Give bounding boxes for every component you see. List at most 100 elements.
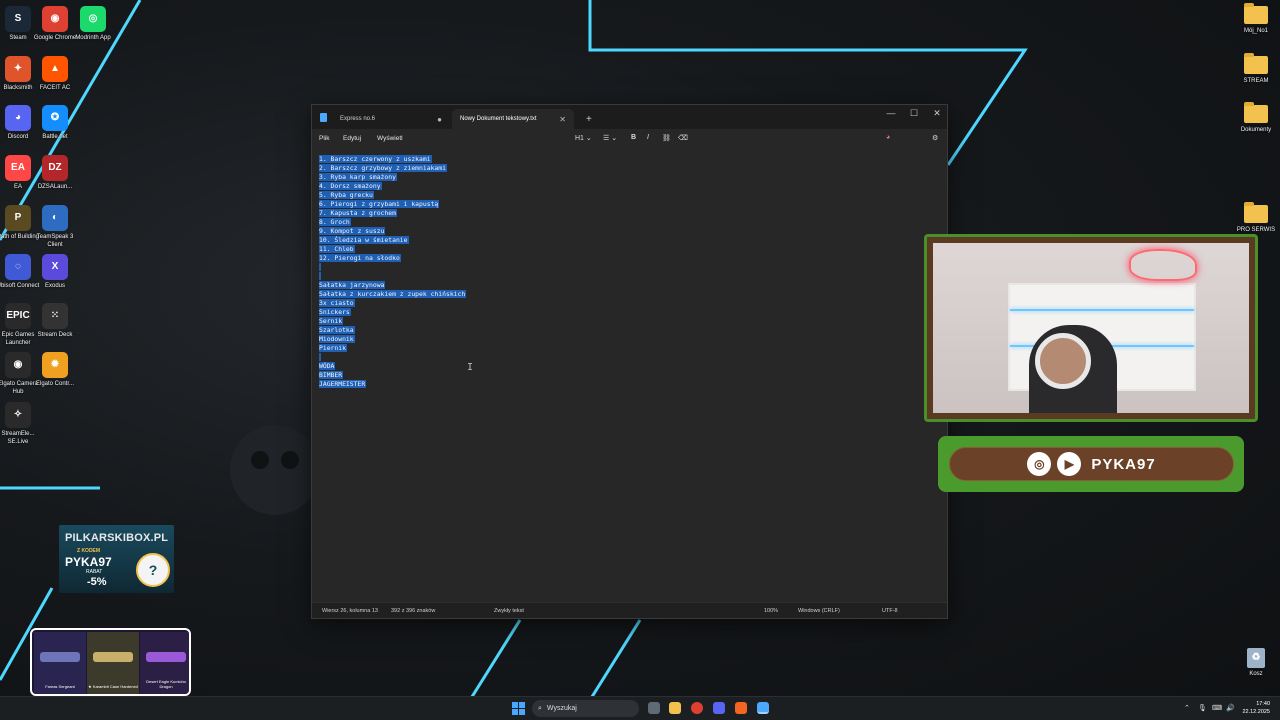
notepad-icon (320, 113, 327, 122)
text-line: 2. Barszcz grzybowy z ziemniakami (319, 164, 447, 172)
app-icon: X (42, 254, 68, 280)
desktop-icon[interactable]: ✪ Battle.net (32, 105, 78, 142)
text-line: 3. Ryba karp smażony (319, 173, 397, 181)
folder-moj-no1[interactable]: Mój_No1 (1233, 3, 1279, 36)
menu-edit[interactable]: Edytuj (343, 135, 361, 142)
promo-logo-icon: ? (136, 553, 170, 587)
format-indicator[interactable]: Zwykły tekst (494, 608, 524, 614)
text-line: 10. Śledzia w śmietanie (319, 236, 409, 244)
tab-dot-icon[interactable]: ● (437, 115, 442, 124)
search-icon: ⌕ (538, 704, 542, 712)
desktop-icon[interactable]: ◐ TeamSpeak 3 Client (32, 205, 78, 249)
desktop-icon[interactable]: ✧ StreamEle... SE.Live (0, 402, 41, 446)
close-button[interactable]: ✕ (927, 108, 947, 119)
desktop-icon[interactable]: ◎ Modrinth App (70, 6, 116, 43)
microphone-icon[interactable]: 🎙 (1198, 704, 1207, 712)
notepad-window: Express no.6 ● Nowy Dokument tekstowy.tx… (311, 104, 948, 619)
skin-desert-eagle: Desert Eagle Kumicho Dragon (140, 632, 189, 694)
italic-icon[interactable]: I (647, 134, 649, 141)
tab-close-icon[interactable]: ✕ (559, 115, 566, 124)
cursor-position: Wiersz 26, kolumna 13 (322, 608, 378, 614)
tab-express[interactable]: Express no.6 ● (332, 109, 450, 129)
text-line: Sernik (319, 317, 344, 325)
tab-nowy-dokument[interactable]: Nowy Dokument tekstowy.txt ✕ (452, 109, 574, 129)
person-head (1035, 333, 1091, 389)
text-line: 8. Groch (319, 218, 351, 226)
app-icon: EPIC (5, 303, 31, 329)
app-icon: EA (5, 155, 31, 181)
text-line: 3x ciasto (319, 299, 355, 307)
folder-icon (1244, 3, 1268, 24)
link-icon[interactable]: ⛓ (662, 134, 671, 142)
social-banner: ◎ ▶ PYKA97 (949, 447, 1234, 481)
promo-code: PYKA97 (65, 555, 112, 569)
promo-site: PILKARSKIBOX.PL (65, 532, 169, 544)
promo-banner: PILKARSKIBOX.PL Z KODEM PYKA97 RABAT -5%… (59, 525, 174, 593)
youtube-icon: ▶ (1057, 452, 1082, 476)
skin-famas: Famas Sergeant (34, 632, 86, 694)
text-line: WÓDA (319, 362, 336, 370)
status-bar: Wiersz 26, kolumna 13 392 z 396 znaków Z… (312, 602, 947, 618)
app-icon: ⁙ (42, 303, 68, 329)
maximize-button[interactable]: ☐ (904, 108, 924, 119)
app-icon: ◉ (5, 352, 31, 378)
network-icon[interactable]: ⌨ (1212, 704, 1222, 712)
text-editor[interactable]: 1. Barszcz czerwony z uszkami 2. Barszcz … (312, 149, 947, 602)
desktop-icon[interactable]: ✹ Elgato Contr... (32, 352, 78, 389)
desktop-icon[interactable]: X Exodus (32, 254, 78, 291)
text-line: 7. Kapusta z grochem (319, 209, 397, 217)
desktop-icon[interactable]: ⁙ Stream Deck (32, 303, 78, 340)
text-line: 4. Dorsz smażony (319, 182, 382, 190)
folder-dokumenty[interactable]: Dokumenty (1233, 102, 1279, 135)
minimize-button[interactable]: — (881, 108, 901, 118)
discord-icon[interactable] (713, 702, 725, 714)
knife-icon (93, 652, 133, 662)
text-line (319, 263, 947, 272)
list-icon[interactable]: ☰ ⌄ (603, 134, 617, 142)
file-explorer-icon[interactable] (669, 702, 681, 714)
tray-chevron-icon[interactable]: ⌃ (1184, 704, 1190, 712)
new-tab-button[interactable]: + (578, 109, 600, 129)
bold-icon[interactable]: B (631, 134, 636, 141)
recycle-bin-icon: ♻ (1247, 648, 1265, 668)
taskbar-clock[interactable]: 17:40 22.12.2025 (1242, 700, 1270, 716)
folder-pro-serwis[interactable]: PRO SERWIS (1233, 202, 1279, 235)
desktop-icon[interactable]: ▲ FACEIT AC (32, 56, 78, 93)
text-line: BIMBER (319, 371, 344, 379)
recycle-bin[interactable]: ♻ Kosz (1233, 648, 1279, 679)
title-bar: Express no.6 ● Nowy Dokument tekstowy.tx… (312, 105, 947, 129)
char-count: 392 z 396 znaków (391, 608, 436, 614)
menu-bar: Plik Edytuj Wyświetl H1 ⌄ ☰ ⌄ B I ⛓ ⌫ ◕ … (312, 129, 947, 149)
start-button[interactable] (512, 702, 525, 715)
skin-karambit: ★ Karambit Case Hardened (87, 632, 139, 694)
app-icon[interactable] (735, 702, 747, 714)
webcam-feed (933, 243, 1249, 413)
copilot-icon[interactable]: ◕ (886, 134, 890, 141)
folder-icon (1244, 53, 1268, 74)
desktop-icon[interactable]: DZ DZSALaun... (32, 155, 78, 192)
volume-icon[interactable]: 🔊 (1226, 704, 1235, 712)
menu-view[interactable]: Wyświetl (377, 135, 403, 142)
task-view-icon[interactable] (648, 702, 660, 714)
zoom-level[interactable]: 100% (764, 608, 778, 614)
heading-dropdown[interactable]: H1 ⌄ (575, 134, 592, 142)
clear-format-icon[interactable]: ⌫ (678, 134, 688, 142)
text-line: Snickers (319, 308, 351, 316)
taskbar-search[interactable]: ⌕ Wyszukaj (532, 700, 639, 717)
folder-stream[interactable]: STREAM (1233, 53, 1279, 86)
streamer-handle: PYKA97 (1091, 455, 1156, 473)
settings-icon[interactable]: ⚙ (932, 134, 938, 142)
text-line: 11. Chleb (319, 245, 355, 253)
notepad-taskbar-icon[interactable] (757, 702, 769, 714)
encoding[interactable]: UTF-8 (882, 608, 898, 614)
line-ending[interactable]: Windows (CRLF) (798, 608, 840, 614)
app-icon: ▲ (42, 56, 68, 82)
menu-file[interactable]: Plik (319, 135, 329, 142)
text-line (319, 353, 947, 362)
text-line: Piernik (319, 344, 347, 352)
text-line: 12. Pierogi na słodko (319, 254, 401, 262)
app-icon: ◐ (42, 205, 68, 231)
text-cursor-icon: I (467, 362, 474, 373)
chrome-icon[interactable] (691, 702, 703, 714)
app-icon: ✧ (5, 402, 31, 428)
